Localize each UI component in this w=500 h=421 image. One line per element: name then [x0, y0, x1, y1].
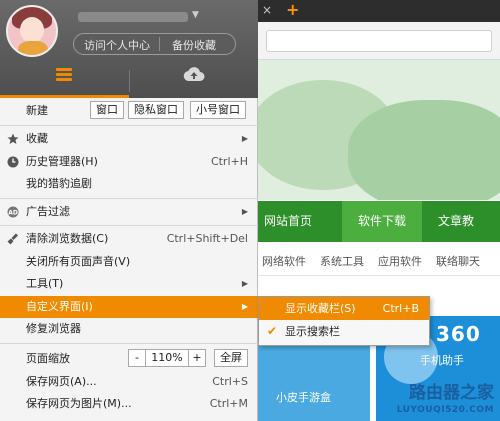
tab-close-icon[interactable]: ×	[262, 3, 272, 17]
tab-bar: × +	[258, 0, 500, 22]
nav-articles[interactable]: 文章教	[438, 201, 500, 242]
menu-item-label: 自定义界面(I)	[26, 299, 93, 313]
menu-item-label: 历史管理器(H)	[26, 154, 98, 168]
clock-icon	[7, 156, 19, 167]
menu-item-label: 保存网页为图片(M)...	[26, 397, 132, 410]
menu-item-favorites[interactable]: 收藏 ▶	[0, 128, 258, 151]
nav-download[interactable]: 软件下载	[342, 201, 422, 242]
checkmark-icon: ✔	[267, 324, 278, 338]
subnav-item[interactable]: 应用软件	[378, 253, 422, 269]
menu-item-label: 修复浏览器	[26, 322, 81, 335]
menu-item-history[interactable]: 历史管理器(H) Ctrl+H	[0, 151, 258, 174]
zoom-label: 页面缩放	[26, 351, 70, 365]
menu-item-customize-ui[interactable]: 自定义界面(I) ▶	[0, 295, 258, 318]
browser-toolbar	[258, 22, 500, 60]
zoom-out-button[interactable]: -	[128, 348, 146, 367]
nav-home[interactable]: 网站首页	[264, 201, 342, 242]
shortcut-text: Ctrl+H	[210, 154, 248, 168]
tab-menu[interactable]	[0, 60, 129, 98]
browser-menu-panel: ▼ 访问个人中心 备份收藏 新建 窗口 隐私窗口 小号窗口 收藏 ▶ 历史管理器…	[0, 0, 258, 421]
menu-item-label: 清除浏览数据(C)	[26, 232, 109, 245]
submenu-arrow-icon: ▶	[241, 134, 248, 143]
submenu-arrow-icon: ▶	[241, 206, 248, 216]
visit-profile-button[interactable]: 访问个人中心	[84, 37, 150, 53]
menu-item-mute-all[interactable]: 关闭所有页面声音(V)	[0, 251, 258, 274]
avatar-face	[20, 17, 44, 43]
menu-item-label: 广告过滤	[26, 204, 70, 218]
menu-separator	[0, 342, 258, 344]
menu-item-drama-tracker[interactable]: 我的猎豹追剧	[0, 173, 258, 196]
address-bar[interactable]	[266, 30, 492, 52]
shortcut-text: Ctrl+B	[382, 302, 419, 315]
menu-item-label: 收藏	[26, 132, 48, 145]
zoom-in-button[interactable]: +	[188, 348, 206, 367]
submenu-arrow-icon: ▶	[241, 301, 248, 311]
menu-separator	[0, 125, 258, 126]
account-header: ▼ 访问个人中心 备份收藏	[0, 0, 258, 98]
menu-item-repair[interactable]: 修复浏览器	[0, 318, 258, 341]
subnav-item[interactable]: 联络聊天	[436, 253, 480, 269]
new-tab-icon[interactable]: +	[286, 0, 299, 19]
menu-new-row: 新建 窗口 隐私窗口 小号窗口	[0, 98, 258, 123]
account-actions: 访问个人中心 备份收藏	[73, 33, 236, 55]
menu-item-save-as-image[interactable]: 保存网页为图片(M)... Ctrl+M	[0, 393, 258, 416]
watermark-text: 路由器之家	[409, 383, 494, 403]
shortcut-text: Ctrl+S	[212, 374, 248, 388]
menu-item-label: 关闭所有页面声音(V)	[26, 254, 131, 268]
app-card-label: 小皮手游盒	[276, 391, 331, 404]
new-window-button[interactable]: 窗口	[90, 101, 124, 119]
menu-separator	[0, 225, 258, 226]
site-subnav: 网络软件 系统工具 应用软件 联络聊天	[258, 246, 500, 276]
chevron-down-icon[interactable]: ▼	[192, 10, 199, 20]
watermark: 路由器之家 LUYOUQI520.COM	[350, 378, 500, 421]
menu-item-adblock[interactable]: AD 广告过滤 ▶	[0, 201, 258, 224]
menu-item-clear-data[interactable]: 清除浏览数据(C) Ctrl+Shift+Del	[0, 228, 258, 251]
cloud-upload-icon	[183, 67, 205, 82]
menu-separator	[0, 197, 258, 199]
watermark-url: LUYOUQI520.COM	[396, 405, 494, 415]
submenu-item-label: 显示搜索栏	[285, 325, 340, 338]
submenu-item-show-search-bar[interactable]: ✔ 显示搜索栏	[259, 320, 429, 343]
new-private-window-button[interactable]: 隐私窗口	[128, 101, 184, 119]
subnav-item[interactable]: 网络软件	[262, 253, 306, 269]
new-alt-account-window-button[interactable]: 小号窗口	[190, 101, 246, 119]
shortcut-text: Ctrl+Shift+Del	[166, 232, 248, 245]
avatar-body	[18, 41, 48, 55]
subnav-item[interactable]: 系统工具	[320, 253, 364, 269]
hamburger-icon	[56, 68, 72, 82]
broom-icon	[7, 233, 18, 245]
tab-cloud[interactable]	[129, 60, 258, 98]
menu-new-label: 新建	[26, 104, 48, 117]
menu-zoom-row: 页面缩放 - 110% + 全屏	[0, 346, 258, 371]
promo-title: 360	[436, 322, 481, 346]
menu-item-label: 工具(T)	[26, 277, 64, 290]
submenu-item-show-favorites-bar[interactable]: 显示收藏栏(S) Ctrl+B	[259, 297, 429, 320]
avatar[interactable]	[6, 5, 58, 57]
menu-item-label: 保存网页(A)...	[26, 374, 97, 388]
submenu-arrow-icon: ▶	[241, 279, 248, 288]
main-menu: 新建 窗口 隐私窗口 小号窗口 收藏 ▶ 历史管理器(H) Ctrl+H 我的猎…	[0, 98, 258, 416]
shortcut-text: Ctrl+M	[209, 397, 248, 410]
menu-item-tools[interactable]: 工具(T) ▶	[0, 273, 258, 296]
svg-text:AD: AD	[8, 209, 18, 216]
banner-shape	[348, 100, 500, 200]
fullscreen-button[interactable]: 全屏	[214, 348, 248, 367]
submenu-item-label: 显示收藏栏(S)	[285, 302, 356, 315]
zoom-value: 110%	[145, 348, 189, 367]
username-blurred	[78, 12, 188, 22]
backup-favorites-button[interactable]: 备份收藏	[172, 37, 216, 53]
menu-item-label: 我的猎豹追剧	[26, 177, 92, 190]
star-icon	[7, 133, 19, 144]
page-banner	[258, 60, 500, 200]
adblock-icon: AD	[7, 206, 19, 217]
promo-subtitle: 手机助手	[420, 354, 464, 367]
web-page: 网站首页 软件下载 文章教 网络软件 系统工具 应用软件 联络聊天 小皮手游盒 …	[258, 60, 500, 421]
customize-submenu: 显示收藏栏(S) Ctrl+B ✔ 显示搜索栏	[258, 296, 430, 346]
site-nav: 网站首页 软件下载 文章教	[258, 201, 500, 242]
pill-divider	[159, 37, 160, 51]
menu-item-save-page[interactable]: 保存网页(A)... Ctrl+S	[0, 371, 258, 394]
